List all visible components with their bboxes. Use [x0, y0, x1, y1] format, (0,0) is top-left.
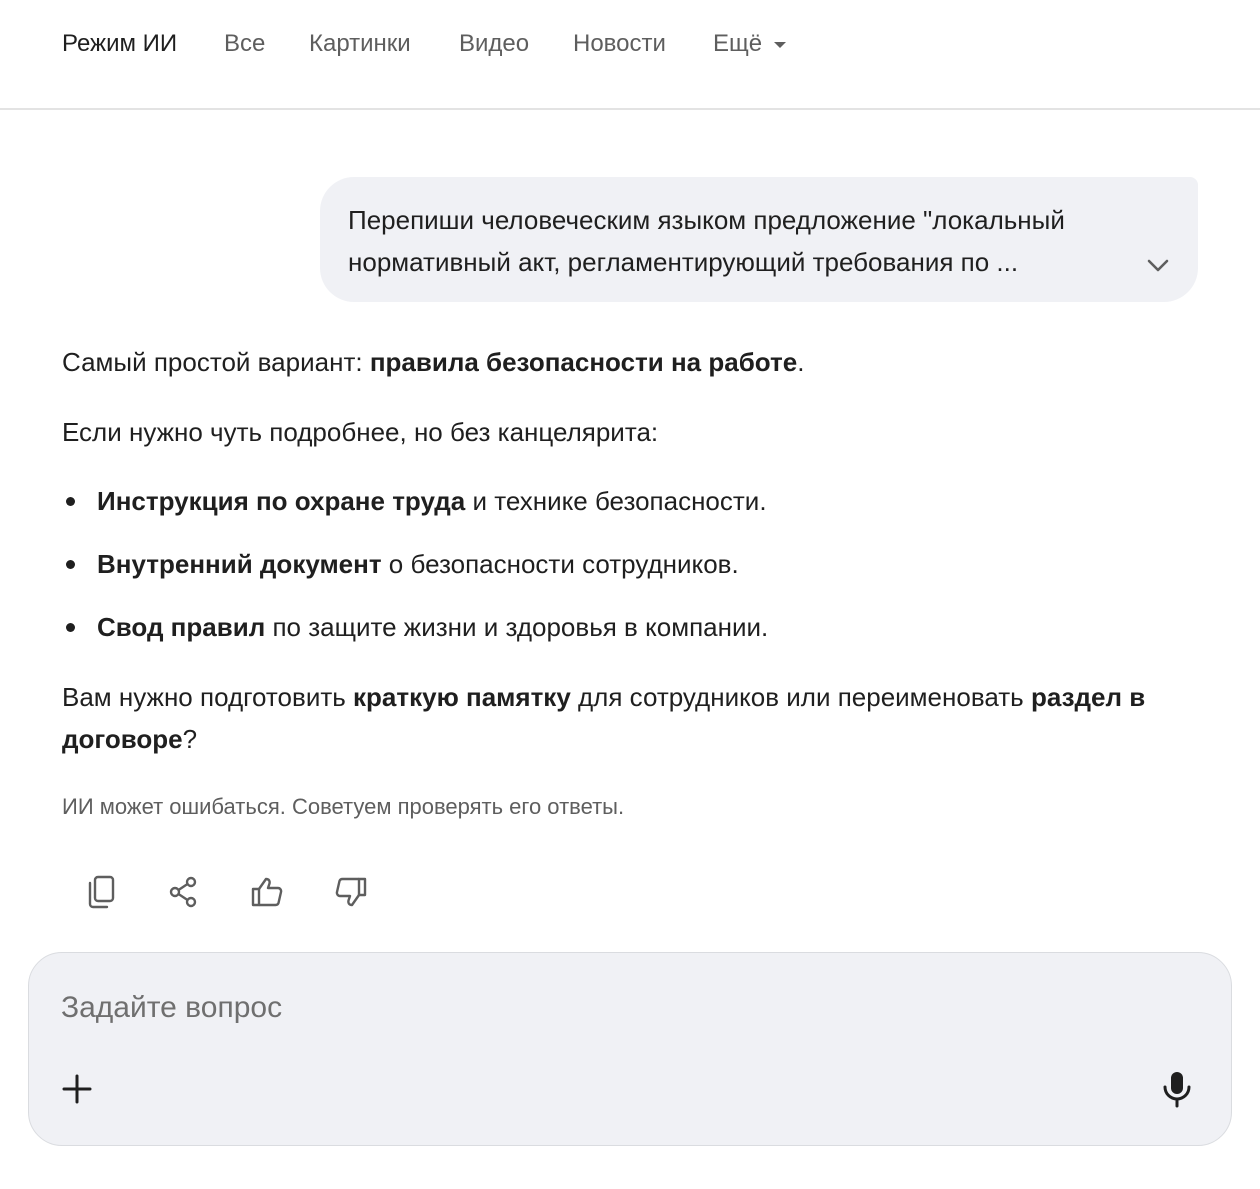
ai-disclaimer: ИИ может ошибаться. Советуем проверять е… [62, 794, 625, 819]
answer-paragraph-1: Самый простой вариант: правила безопасно… [62, 347, 805, 377]
tab-all[interactable]: Все [224, 30, 265, 58]
bullet-icon [66, 623, 75, 632]
thumbs-down-icon [335, 877, 367, 907]
tab-more-label: Ещё [713, 30, 763, 57]
thumbs-up-icon [251, 877, 283, 907]
caret-down-icon [774, 42, 787, 48]
plus-icon[interactable] [59, 1071, 95, 1107]
share-button[interactable] [161, 870, 205, 914]
tab-ai-mode[interactable]: Режим ИИ [62, 30, 177, 58]
user-message-text: Перепиши человеческим языком предложение… [348, 205, 1065, 277]
microphone-icon[interactable] [1159, 1069, 1195, 1109]
tab-more[interactable]: Ещё [713, 30, 787, 58]
share-icon [169, 876, 197, 908]
chevron-down-icon[interactable] [1144, 251, 1172, 279]
copy-icon [88, 875, 115, 909]
copy-button[interactable] [79, 870, 123, 914]
bullet-icon [66, 560, 75, 569]
bullet-icon [66, 497, 75, 506]
thumbs-down-button[interactable] [329, 870, 373, 914]
user-message-bubble: Перепиши человеческим языком предложение… [320, 177, 1198, 302]
answer-paragraph-2: Если нужно чуть подробнее, но без канцел… [62, 417, 659, 447]
tab-news[interactable]: Новости [573, 30, 666, 58]
question-input[interactable] [61, 983, 1161, 1033]
tab-videos[interactable]: Видео [459, 30, 529, 58]
answer-paragraph-3: Вам нужно подготовить краткую памятку дл… [62, 682, 1146, 754]
thumbs-up-button[interactable] [245, 870, 289, 914]
tab-images[interactable]: Картинки [309, 30, 411, 58]
search-mode-tabs: Режим ИИ Все Картинки Видео Новости Ещё [0, 0, 1260, 110]
composer [28, 952, 1232, 1146]
